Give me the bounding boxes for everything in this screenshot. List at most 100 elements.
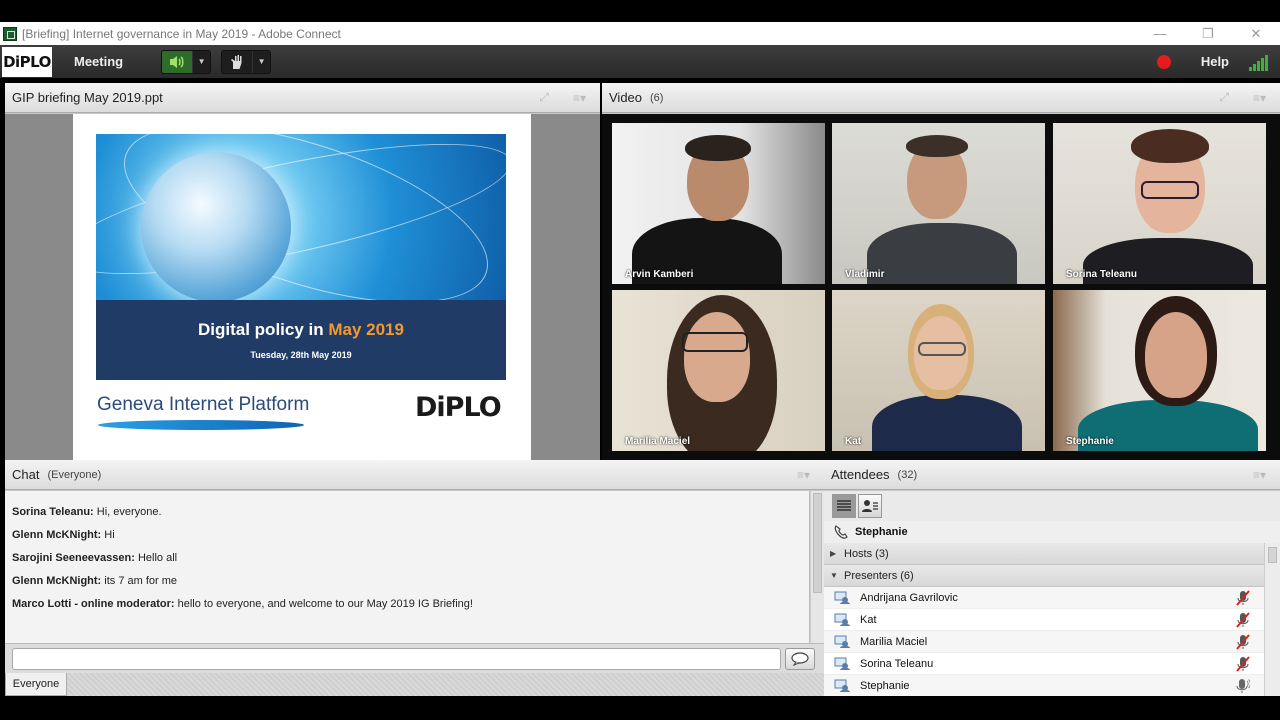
- fullscreen-icon[interactable]: ⤢: [1219, 90, 1229, 105]
- current-user-row[interactable]: Stephanie: [824, 521, 1280, 543]
- chat-message: Glenn McKNight: Hi: [12, 529, 115, 541]
- presenter-role-icon: [834, 613, 850, 626]
- close-button[interactable]: ✕: [1232, 26, 1280, 42]
- group-label: Hosts (3): [844, 547, 889, 560]
- video-pod: Video (6) ⤢ ≡▾ Arvin Kamberi Vladimir So: [602, 83, 1280, 460]
- chat-message: Glenn McKNight: its 7 am for me: [12, 575, 178, 587]
- chevron-down-icon: ▼: [830, 571, 838, 580]
- presenter-role-icon: [834, 657, 850, 670]
- attendee-name: Marilia Maciel: [860, 635, 928, 648]
- window-title: [Briefing] Internet governance in May 20…: [22, 26, 341, 41]
- share-content-area: Digital policy in May 2019 Tuesday, 28th…: [5, 114, 600, 460]
- chat-message-list: Sorina Teleanu: Hi, everyone. Glenn McKN…: [5, 491, 810, 643]
- video-tile[interactable]: Vladimir: [832, 123, 1045, 284]
- chat-scrollbar[interactable]: [810, 491, 824, 643]
- video-pod-header: Video (6) ⤢ ≡▾: [602, 83, 1280, 113]
- video-pod-title: Video: [609, 90, 643, 105]
- chat-tab-everyone[interactable]: Everyone: [5, 673, 67, 696]
- pod-options-icon[interactable]: ≡▾: [797, 468, 810, 482]
- current-user-name: Stephanie: [855, 526, 908, 538]
- attendee-count: (32): [897, 468, 918, 481]
- share-pod: GIP briefing May 2019.ppt ⤢ ≡▾ Digital p…: [5, 83, 600, 460]
- attendee-row[interactable]: Kat: [824, 609, 1264, 631]
- connection-signal-icon: [1249, 53, 1268, 71]
- video-tile[interactable]: Arvin Kamberi: [612, 123, 825, 284]
- attendees-pod: Attendees (32) ≡▾ Stephanie ▶ Hosts (3) …: [824, 460, 1280, 696]
- share-pod-header: GIP briefing May 2019.ppt ⤢ ≡▾: [5, 83, 600, 113]
- chevron-down-icon[interactable]: ▼: [252, 50, 270, 73]
- speaker-control: ▼: [161, 49, 212, 74]
- attendees-pod-header: Attendees (32) ≡▾: [824, 460, 1280, 490]
- share-pod-title: GIP briefing May 2019.ppt: [12, 90, 163, 105]
- help-menu[interactable]: Help: [1201, 54, 1229, 69]
- raise-hand-button[interactable]: [222, 51, 252, 73]
- user-card-icon: [862, 500, 878, 512]
- video-participant-name: Kat: [845, 436, 862, 447]
- raise-hand-icon: [231, 54, 242, 69]
- pod-options-icon[interactable]: ≡▾: [573, 91, 586, 105]
- slide-title: Digital policy in May 2019: [198, 320, 404, 339]
- pod-options-icon[interactable]: ≡▾: [1253, 468, 1266, 482]
- chat-pod: Chat (Everyone) ≡▾ Sorina Teleanu: Hi, e…: [5, 460, 824, 696]
- fullscreen-icon[interactable]: ⤢: [539, 90, 549, 105]
- video-tile[interactable]: Sorina Teleanu: [1053, 123, 1266, 284]
- presenter-role-icon: [834, 679, 850, 692]
- chat-input-row: [5, 643, 824, 673]
- video-tile[interactable]: Kat: [832, 290, 1045, 451]
- group-row-presenters[interactable]: ▼ Presenters (6): [824, 565, 1264, 587]
- attendee-name: Stephanie: [860, 679, 910, 692]
- presenter-role-icon: [834, 591, 850, 604]
- attendee-name: Kat: [860, 613, 877, 626]
- video-participant-name: Arvin Kamberi: [625, 269, 694, 280]
- chat-message: Sarojini Seeneevassen: Hello all: [12, 552, 178, 564]
- list-view-button[interactable]: [832, 494, 856, 518]
- mic-muted-icon: [1236, 655, 1250, 672]
- attendee-name: Sorina Teleanu: [860, 657, 934, 670]
- chevron-down-icon[interactable]: ▼: [192, 50, 210, 73]
- speaker-toggle-button[interactable]: [162, 50, 193, 73]
- mic-speaking-icon: [1236, 678, 1250, 693]
- chat-tab-bar: Everyone: [5, 673, 824, 696]
- attendee-row[interactable]: Andrijana Gavrilovic: [824, 587, 1264, 609]
- attendee-row[interactable]: Stephanie: [824, 675, 1264, 696]
- chat-message-input[interactable]: [12, 648, 781, 670]
- video-participant-name: Sorina Teleanu: [1066, 269, 1137, 280]
- presentation-slide: Digital policy in May 2019 Tuesday, 28th…: [73, 114, 531, 460]
- group-label: Presenters (6): [844, 569, 914, 582]
- status-view-button[interactable]: [858, 494, 882, 518]
- attendees-toolbar: [824, 491, 1280, 521]
- meeting-menu[interactable]: Meeting: [74, 54, 123, 69]
- pod-options-icon[interactable]: ≡▾: [1253, 91, 1266, 105]
- chat-scope: (Everyone): [47, 468, 102, 481]
- slide-globe-image: [96, 134, 506, 300]
- mic-muted-icon: [1236, 611, 1250, 628]
- chat-message: Marco Lotti - online moderator: hello to…: [12, 598, 473, 610]
- window-titlebar: [Briefing] Internet governance in May 20…: [0, 22, 1280, 45]
- recording-indicator-icon[interactable]: [1156, 54, 1171, 69]
- slide-date: Tuesday, 28th May 2019: [250, 350, 352, 360]
- presenter-rows: Andrijana Gavrilovic Kat Marilia Maciel …: [824, 587, 1264, 696]
- speech-bubble-icon: [791, 652, 809, 666]
- speaker-icon: [170, 55, 184, 68]
- diplo-logo: DiPLO: [2, 46, 52, 77]
- video-participant-name: Stephanie: [1066, 436, 1114, 447]
- video-tile[interactable]: Marilia Maciel: [612, 290, 825, 451]
- adobe-connect-app-icon: [3, 26, 17, 41]
- attendee-row[interactable]: Sorina Teleanu: [824, 653, 1264, 675]
- restore-button[interactable]: ❐: [1184, 26, 1232, 42]
- app-menubar: DiPLO Meeting ▼ ▼ Help: [0, 45, 1280, 78]
- mic-muted-icon: [1236, 589, 1250, 606]
- gip-logo-swoosh: [98, 420, 304, 430]
- slide-diplo-logo: DiPLO: [415, 392, 502, 423]
- attendees-pod-title: Attendees: [831, 467, 890, 482]
- slide-org-name: Geneva Internet Platform: [97, 394, 310, 415]
- mic-muted-icon: [1236, 633, 1250, 650]
- group-row-hosts[interactable]: ▶ Hosts (3): [824, 543, 1264, 565]
- attendee-row[interactable]: Marilia Maciel: [824, 631, 1264, 653]
- attendee-list: ▶ Hosts (3) ▼ Presenters (6) Andrijana G…: [824, 543, 1264, 696]
- minimize-button[interactable]: —: [1136, 26, 1184, 41]
- attendee-scrollbar[interactable]: [1264, 543, 1280, 696]
- video-participant-name: Marilia Maciel: [625, 436, 691, 447]
- video-tile[interactable]: Stephanie: [1053, 290, 1266, 451]
- send-message-button[interactable]: [785, 648, 815, 670]
